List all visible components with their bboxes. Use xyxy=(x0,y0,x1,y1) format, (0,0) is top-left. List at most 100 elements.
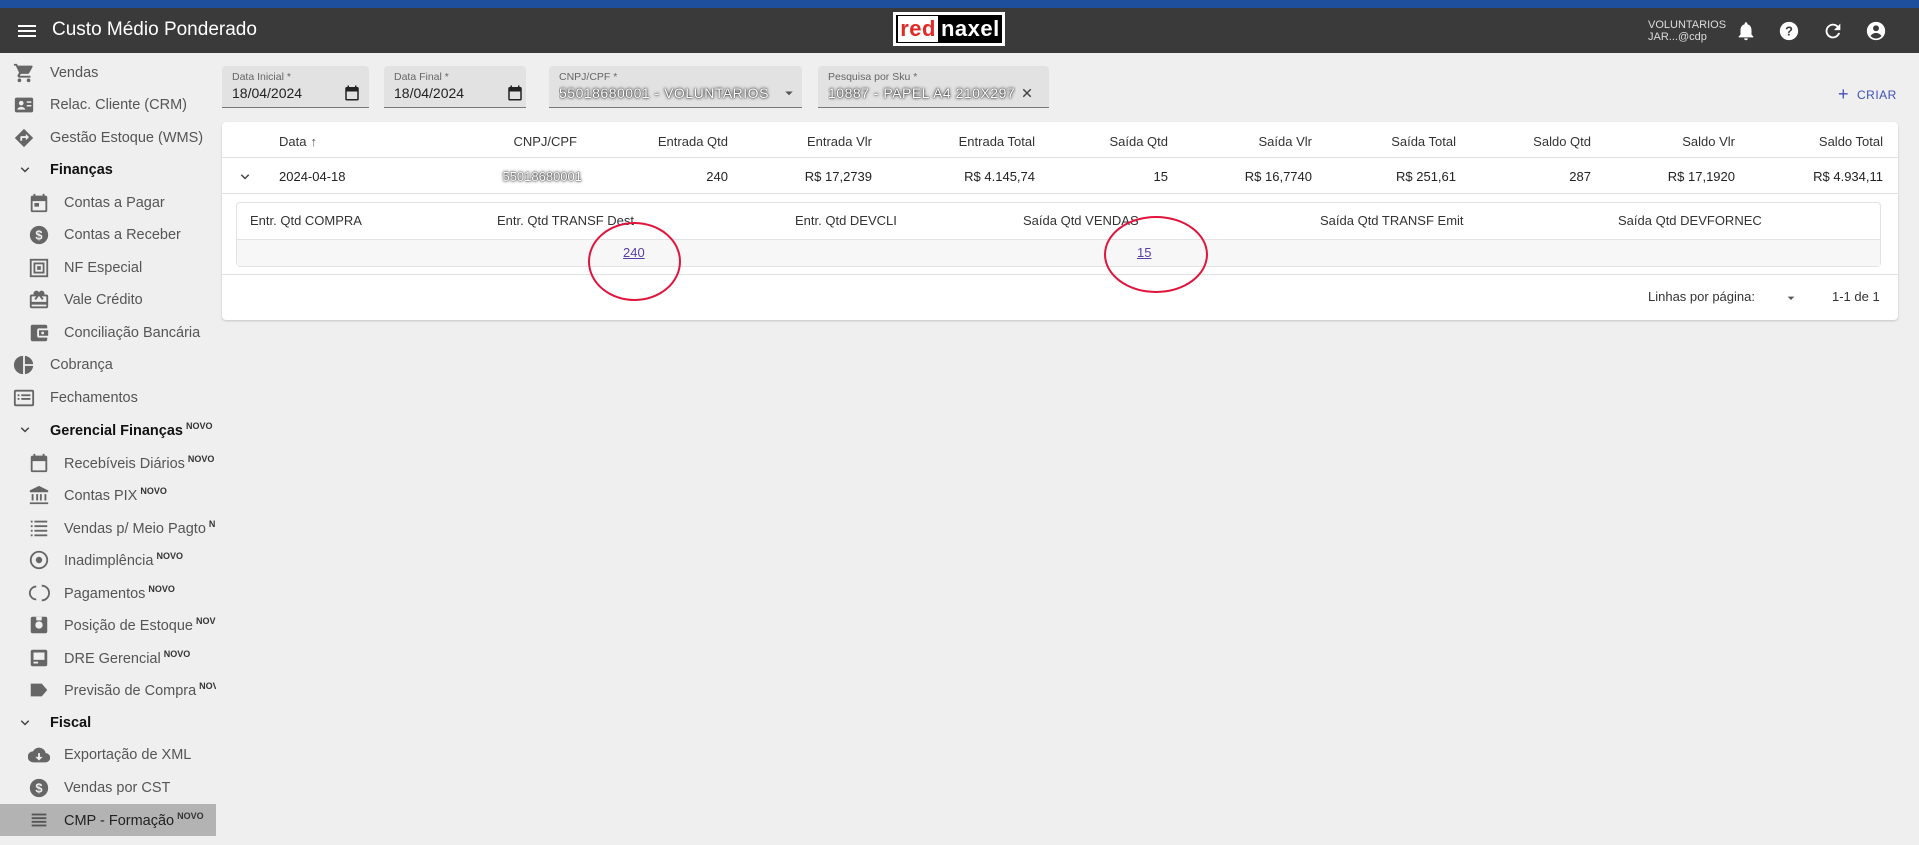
column-header-saida-qtd[interactable]: Saída Qtd xyxy=(1109,134,1168,149)
document-frame-icon xyxy=(29,258,49,278)
list-lines-icon xyxy=(31,813,47,827)
sidebar-item-fechamentos[interactable]: Fechamentos xyxy=(0,382,216,414)
dropdown-arrow-icon[interactable] xyxy=(780,84,798,102)
chevron-down-icon xyxy=(20,427,30,433)
help-icon[interactable]: ? xyxy=(1778,20,1800,42)
divider xyxy=(222,157,1898,158)
chevron-down-icon xyxy=(20,720,30,726)
cell-saldo-qtd: 287 xyxy=(1569,169,1591,184)
svg-text:?: ? xyxy=(1785,24,1793,39)
sidebar-item-contas-pix[interactable]: Contas PIX NOVO xyxy=(0,479,216,511)
sidebar-item-cobranca[interactable]: Cobrança xyxy=(0,349,216,381)
sidebar-item-recebiveis-diarios[interactable]: Recebíveis Diários NOVO xyxy=(0,447,216,479)
sidebar-group-financas[interactable]: Finanças xyxy=(0,154,216,186)
sidebar-item-dre-gerencial[interactable]: DRE Gerencial NOVO xyxy=(0,642,216,674)
sidebar-item-wms[interactable]: Gestão Estoque (WMS) xyxy=(0,122,216,154)
detail-header-devcli: Entr. Qtd DEVCLI xyxy=(795,213,897,228)
account-icon[interactable] xyxy=(1865,20,1887,42)
dollar-circle-icon: $ xyxy=(29,225,49,245)
column-header-entrada-total[interactable]: Entrada Total xyxy=(959,134,1035,149)
annotation-circle xyxy=(1104,216,1208,293)
logo: red naxel xyxy=(893,12,1005,46)
column-header-saida-vlr[interactable]: Saída Vlr xyxy=(1259,134,1312,149)
sidebar-item-posicao-estoque[interactable]: Posição de Estoque NOV xyxy=(0,609,216,641)
chevron-down-icon xyxy=(20,167,30,173)
page-title: Custo Médio Ponderado xyxy=(52,19,257,40)
sku-search-field[interactable]: Pesquisa por Sku * 10887 - PAPEL A4 210X… xyxy=(818,66,1049,108)
criar-button[interactable]: + CRIAR xyxy=(1838,84,1897,105)
sidebar-item-previsao-compra[interactable]: Previsão de Compra NOV xyxy=(0,674,216,706)
sidebar-item-vendas[interactable]: Vendas xyxy=(0,57,216,89)
svg-text:$: $ xyxy=(35,228,42,243)
sidebar-item-vendas-meio-pagto[interactable]: Vendas p/ Meio Pagto N xyxy=(0,512,216,544)
sidebar-item-vendas-por-cst[interactable]: $ Vendas por CST xyxy=(0,772,216,804)
calendar-icon xyxy=(30,193,48,213)
sidebar-item-nf-especial[interactable]: NF Especial xyxy=(0,252,216,284)
cart-icon xyxy=(13,63,33,83)
refresh-icon[interactable] xyxy=(1822,20,1844,42)
notifications-icon[interactable] xyxy=(1735,20,1757,42)
calendar-icon[interactable] xyxy=(506,84,524,102)
report-icon xyxy=(30,649,48,667)
label-icon xyxy=(30,683,48,697)
cell-cnpj: 55018680001 xyxy=(502,169,582,184)
pie-chart-icon xyxy=(13,355,34,375)
data-inicial-field[interactable]: Data Inicial * 18/04/2024 xyxy=(222,66,369,108)
column-header-data[interactable]: Data ↑ xyxy=(279,134,317,149)
annotation-circle xyxy=(588,222,681,301)
target-icon xyxy=(29,550,49,570)
sidebar-item-pagamentos[interactable]: Pagamentos NOVO xyxy=(0,577,216,609)
divider xyxy=(222,193,1898,194)
card-giftcard-icon xyxy=(29,290,49,309)
app-bar: Custo Médio Ponderado red naxel VOLUNTARI… xyxy=(0,8,1919,53)
column-header-saldo-total[interactable]: Saldo Total xyxy=(1819,134,1883,149)
sidebar-item-contas-a-pagar[interactable]: Contas a Pagar xyxy=(0,187,216,219)
contact-card-icon xyxy=(14,97,34,113)
sidebar-item-crm[interactable]: Relac. Cliente (CRM) xyxy=(0,89,216,121)
column-header-entrada-vlr[interactable]: Entrada Vlr xyxy=(807,134,872,149)
close-icon[interactable] xyxy=(1018,84,1036,102)
cnpj-select[interactable]: CNPJ/CPF * 55018680001 - VOLUNTARIOS xyxy=(549,66,802,108)
data-final-field[interactable]: Data Final * 18/04/2024 xyxy=(384,66,526,108)
sidebar-item-vale-credito[interactable]: Vale Crédito xyxy=(0,284,216,316)
cell-saida-vlr: R$ 16,7740 xyxy=(1244,169,1312,184)
sidebar-item-exportacao-xml[interactable]: Exportação de XML xyxy=(0,739,216,771)
new-badge: NOVO xyxy=(177,811,204,822)
sidebar-group-gerencial-financas[interactable]: Gerencial Finanças NOVO xyxy=(0,414,216,446)
column-header-saldo-vlr[interactable]: Saldo Vlr xyxy=(1682,134,1735,149)
results-table: Data ↑ CNPJ/CPF Entrada Qtd Entrada Vlr E… xyxy=(222,122,1898,320)
sidebar-item-conciliacao-bancaria[interactable]: Conciliação Bancária xyxy=(0,317,216,349)
detail-subtable: Entr. Qtd COMPRA Entr. Qtd TRANSF Dest E… xyxy=(236,202,1881,267)
sidebar-item-cmp-formacao[interactable]: CMP - Formação NOVO xyxy=(0,804,216,836)
column-header-saida-total[interactable]: Saída Total xyxy=(1391,134,1456,149)
cell-saida-qtd: 15 xyxy=(1153,169,1168,184)
sort-arrow-up-icon: ↑ xyxy=(310,134,317,149)
new-badge: N xyxy=(208,519,216,530)
sidebar-group-fiscal[interactable]: Fiscal xyxy=(0,707,216,739)
divider xyxy=(222,274,1898,275)
chevron-down-icon[interactable] xyxy=(236,168,254,186)
inventory-icon xyxy=(30,616,48,634)
new-badge: NOV xyxy=(195,616,216,627)
top-stripe xyxy=(0,0,1919,8)
column-header-entrada-qtd[interactable]: Entrada Qtd xyxy=(658,134,728,149)
cell-entrada-total: R$ 4.145,74 xyxy=(964,169,1035,184)
cell-saida-total: R$ 251,61 xyxy=(1396,169,1456,184)
column-header-cnpj[interactable]: CNPJ/CPF xyxy=(513,134,577,149)
new-badge: NOV xyxy=(199,681,216,692)
bank-icon xyxy=(29,485,49,505)
sidebar-item-contas-a-receber[interactable]: $ Contas a Receber xyxy=(0,219,216,251)
column-header-saldo-qtd[interactable]: Saldo Qtd xyxy=(1533,134,1591,149)
wallet-icon xyxy=(30,324,49,342)
new-badge: NOVO xyxy=(148,584,175,595)
list-dots-icon xyxy=(30,520,48,537)
new-badge: NOVO xyxy=(163,649,191,660)
menu-icon[interactable] xyxy=(15,19,39,43)
list-box-icon xyxy=(13,389,35,407)
return-icon xyxy=(28,584,50,602)
dropdown-arrow-icon[interactable] xyxy=(1783,290,1799,306)
cell-entrada-vlr: R$ 17,2739 xyxy=(804,169,872,184)
calendar-icon[interactable] xyxy=(343,84,361,102)
cell-saldo-total: R$ 4.934,11 xyxy=(1813,169,1883,184)
sidebar-item-inadimplencia[interactable]: Inadimplência NOVO xyxy=(0,544,216,576)
